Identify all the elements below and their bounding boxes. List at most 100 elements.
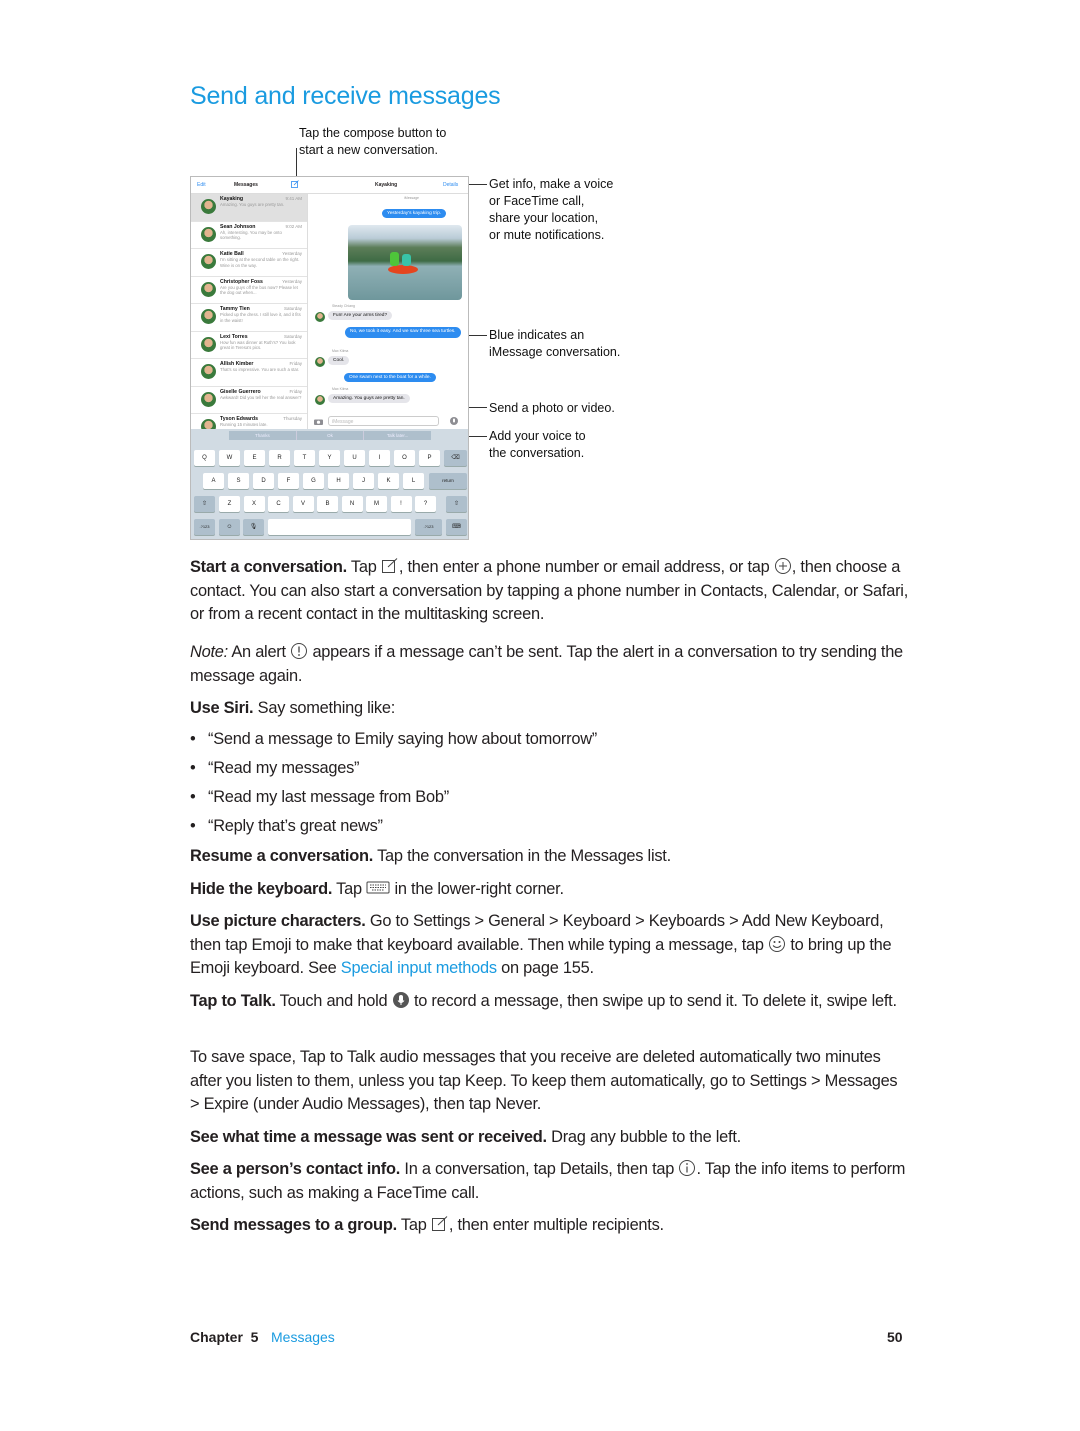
key[interactable]: R bbox=[269, 450, 290, 466]
kayak-photo[interactable] bbox=[348, 225, 462, 300]
para-siri: Use Siri. Say something like: bbox=[190, 699, 396, 717]
page-title: Send and receive messages bbox=[190, 82, 501, 110]
key[interactable]: J bbox=[353, 473, 374, 489]
message-bubble[interactable]: Fun! Are your arms tired? bbox=[328, 311, 393, 320]
shift-key[interactable]: ⇧ bbox=[194, 496, 215, 512]
key[interactable]: X bbox=[243, 496, 265, 512]
key[interactable]: G bbox=[303, 473, 324, 489]
messages-heading: Messages bbox=[234, 182, 258, 188]
special-input-methods-link[interactable]: Special input methods bbox=[341, 959, 497, 977]
key[interactable]: Y bbox=[319, 450, 340, 466]
message-bubble[interactable]: Yesterday's kayaking trip. bbox=[382, 209, 447, 218]
key[interactable]: U bbox=[344, 450, 365, 466]
footer-section-link[interactable]: Messages bbox=[271, 1329, 335, 1345]
page-number: 50 bbox=[887, 1329, 903, 1345]
emoji-key[interactable]: ☺ bbox=[219, 519, 240, 535]
avatar bbox=[201, 199, 216, 214]
footer-chapter: Chapter 5 bbox=[190, 1329, 259, 1345]
suggestion[interactable]: Thanks bbox=[229, 431, 296, 440]
siri-example: • “Reply that’s great news” bbox=[190, 817, 383, 835]
key[interactable]: ! bbox=[390, 496, 412, 512]
conversation-row[interactable]: Christopher Foss Yesterday Are you guys of… bbox=[191, 277, 307, 304]
key[interactable]: Z bbox=[219, 496, 240, 512]
details-button[interactable]: Details bbox=[443, 182, 458, 188]
conversation-row[interactable]: Tammy Tien Saturday Picked up the dress. I… bbox=[191, 304, 307, 332]
para-start-conversation: Start a conversation. Tap , then enter a… bbox=[190, 558, 908, 624]
siri-example: • “Send a message to Emily saying how abo… bbox=[190, 730, 598, 748]
info-icon bbox=[679, 1160, 696, 1176]
camera-icon[interactable] bbox=[314, 418, 323, 425]
callout-voice: Add your voice to the conversation. bbox=[489, 429, 586, 460]
key[interactable]: N bbox=[341, 496, 363, 512]
add-contact-plus-icon bbox=[774, 558, 791, 574]
key[interactable]: C bbox=[268, 496, 289, 512]
numbers-key[interactable]: .?123 bbox=[194, 519, 215, 535]
timestamp: iMessage bbox=[404, 196, 419, 200]
key[interactable]: E bbox=[244, 450, 265, 466]
message-bubble[interactable]: Cool. bbox=[328, 356, 350, 365]
dictation-key[interactable]: 🎙 bbox=[243, 519, 264, 535]
key[interactable]: L bbox=[403, 473, 424, 489]
shift-key[interactable]: ⇧ bbox=[446, 496, 467, 512]
callout-details: Get info, make a voice or FaceTime call, s… bbox=[489, 177, 614, 242]
avatar bbox=[201, 254, 216, 269]
key[interactable]: D bbox=[253, 473, 274, 489]
suggestion[interactable]: Talk later... bbox=[363, 431, 431, 440]
space-key[interactable] bbox=[268, 519, 411, 535]
conversation-row[interactable]: Giselle Guerrero Friday Awkward! Did you t… bbox=[191, 387, 307, 414]
key[interactable]: O bbox=[394, 450, 415, 466]
delete-key[interactable]: ⌫ bbox=[444, 450, 467, 466]
key[interactable]: P bbox=[419, 450, 440, 466]
key[interactable]: Q bbox=[194, 450, 215, 466]
conversation-row[interactable]: Kayaking 9:41 AM Amazing. You guys are pre… bbox=[191, 194, 307, 222]
avatar bbox=[201, 309, 216, 324]
message-bubble[interactable]: No, we took it easy. And we saw three se… bbox=[345, 327, 461, 338]
siri-example: • “Read my last message from Bob” bbox=[190, 788, 449, 806]
para-message-time: See what time a message was sent or rece… bbox=[190, 1128, 741, 1146]
avatar bbox=[201, 364, 216, 379]
conversation-row[interactable]: Allish Kimber Friday That's so impressive.… bbox=[191, 359, 307, 387]
hide-keyboard-key[interactable]: ⌨ bbox=[446, 519, 467, 535]
conversation-title: Kayaking bbox=[375, 182, 398, 188]
para-tap-to-talk: Tap to Talk. Touch and hold to record a … bbox=[190, 992, 897, 1010]
para-hide-keyboard: Hide the keyboard. Tap in the lower-righ… bbox=[190, 880, 564, 898]
suggestion[interactable]: Ok bbox=[295, 431, 364, 440]
key[interactable]: I bbox=[369, 450, 390, 466]
para-contact-info: See a person’s contact info. In a conver… bbox=[190, 1160, 906, 1202]
para-save-space: To save space, Tap to Talk audio message… bbox=[190, 1048, 898, 1114]
message-input[interactable]: iMessage bbox=[328, 416, 439, 426]
message-bubble[interactable]: Amazing. You guys are pretty tan. bbox=[328, 394, 410, 403]
key[interactable]: B bbox=[317, 496, 338, 512]
para-picture-characters: Use picture characters. Go to Settings >… bbox=[190, 912, 892, 978]
message-bubble[interactable]: One swam next to the boat for a while. bbox=[344, 373, 436, 382]
conversation-row[interactable]: Sean Johnson 9:02 AM Ah, interesting. You … bbox=[191, 222, 307, 249]
conversation-row[interactable]: Katie Ball Yesterday I'm sitting at the se… bbox=[191, 249, 307, 277]
key[interactable]: K bbox=[378, 473, 399, 489]
key[interactable]: A bbox=[203, 473, 224, 489]
key[interactable]: M bbox=[366, 496, 387, 512]
compose-icon bbox=[431, 1216, 448, 1231]
para-group: Send messages to a group. Tap , then ent… bbox=[190, 1216, 664, 1234]
keyboard: Thanks Ok Talk later... Q W E R T Y U I O P ⌫ A S D F G… bbox=[191, 429, 468, 539]
key[interactable]: W bbox=[219, 450, 240, 466]
key[interactable]: V bbox=[292, 496, 314, 512]
para-resume: Resume a conversation. Tap the conversat… bbox=[190, 847, 671, 865]
avatar bbox=[201, 226, 216, 242]
microphone-icon[interactable] bbox=[450, 417, 458, 425]
edit-button[interactable]: Edit bbox=[197, 182, 206, 188]
return-key[interactable]: return bbox=[429, 473, 467, 489]
avatar bbox=[201, 391, 216, 407]
alert-icon bbox=[291, 643, 308, 659]
avatar bbox=[201, 336, 216, 352]
key[interactable]: H bbox=[328, 473, 349, 489]
callout-compose: Tap the compose button to start a new con… bbox=[299, 126, 447, 157]
key[interactable]: F bbox=[278, 473, 299, 489]
key[interactable]: ? bbox=[415, 496, 436, 512]
conversation-row[interactable]: Lexi Torres Saturday How fun was dinner at… bbox=[191, 332, 307, 359]
numbers-key[interactable]: .?123 bbox=[415, 519, 442, 535]
compose-icon[interactable] bbox=[291, 180, 299, 188]
key[interactable]: S bbox=[228, 473, 249, 489]
key[interactable]: T bbox=[294, 450, 315, 466]
siri-example: • “Read my messages” bbox=[190, 759, 360, 777]
conversation-list: Kayaking 9:41 AM Amazing. You guys are pre… bbox=[191, 194, 307, 442]
